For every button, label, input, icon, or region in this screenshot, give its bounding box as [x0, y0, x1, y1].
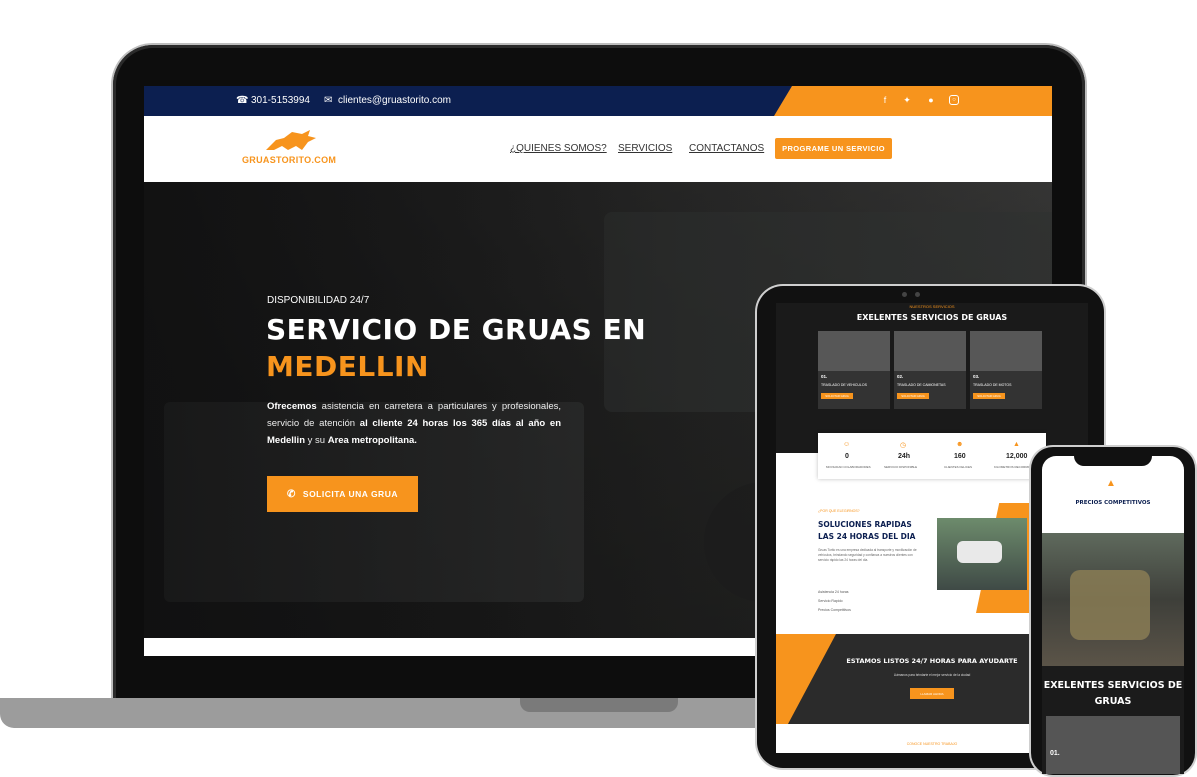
- why-title-line2: LAS 24 HORAS DEL DIA: [818, 532, 916, 541]
- tablet-camera-icon: [902, 292, 907, 297]
- phone-title-precios: PRECIOS COMPETITIVOS: [1075, 500, 1151, 506]
- tablet-stats-bar: ☺ 0 MOVILIDAD COLABORADORES ◷ 24h SERVIC…: [818, 433, 1046, 479]
- phone-image-car: [1070, 570, 1150, 640]
- request-tow-label: SOLICITA UNA GRUA: [302, 489, 398, 499]
- stat-number: 0: [845, 453, 849, 460]
- why-title-line1: SOLUCIONES RAPIDAS: [818, 520, 912, 529]
- hero-kicker: DISPONIBILIDAD 24/7: [267, 295, 370, 306]
- service-card-image: [894, 331, 966, 371]
- clock-icon: ◷: [900, 442, 907, 449]
- phone-card-num: 01.: [1050, 750, 1060, 757]
- mail-icon: ✉: [324, 95, 333, 106]
- why-image-car: [957, 541, 1002, 563]
- instagram-icon[interactable]: ○: [949, 95, 959, 105]
- whatsapp-icon: ✆: [287, 488, 296, 500]
- stat-label: SERVICIO DISPONIBLE: [884, 465, 918, 469]
- nav-link-quienes[interactable]: ¿QUIENES SOMOS?: [510, 143, 607, 154]
- phone-services-title: EXELENTES SERVICIOS DE GRUAS: [1043, 680, 1183, 707]
- program-service-button[interactable]: PROGRAME UN SERVICIO: [775, 138, 892, 159]
- phone-icon: ☎: [236, 95, 249, 106]
- bull-logo-icon[interactable]: [262, 128, 320, 154]
- twitter-icon[interactable]: ✦: [902, 95, 912, 105]
- service-card-title: TRASLADO DE CAMIONETAS: [897, 383, 946, 387]
- service-card-button[interactable]: SOLICITAR GRUA: [821, 393, 853, 399]
- hero-para-text2: y su: [305, 435, 328, 446]
- service-card-num: 01.: [821, 374, 828, 379]
- hero-paragraph: Ofrecemos asistencia en carretera a part…: [267, 398, 561, 449]
- facebook-icon[interactable]: f: [880, 95, 890, 105]
- phone-service-card[interactable]: [1046, 716, 1180, 774]
- request-tow-button[interactable]: ✆ SOLICITA UNA GRUA: [267, 476, 418, 512]
- laptop-notch: [520, 698, 678, 712]
- tablet-services-kicker: NUESTROS SERVICIOS: [909, 304, 955, 309]
- why-paragraph: Gruas Torito es una empresa dedicada al …: [818, 548, 917, 562]
- stat-number: 24h: [898, 453, 911, 460]
- why-bullet: Asistencia 24 horas: [818, 590, 849, 594]
- topbar-phone[interactable]: 301-5153994: [251, 95, 310, 106]
- tablet-service-card[interactable]: 01. TRASLADO DE VEHICULOS SOLICITAR GRUA: [818, 331, 890, 409]
- nav-link-servicios[interactable]: SERVICIOS: [618, 143, 672, 154]
- stat-label: CLIENTES FELICES: [944, 465, 973, 469]
- topbar-email[interactable]: clientes@gruastorito.com: [338, 95, 451, 106]
- hero-para-bold1: Ofrecemos: [267, 401, 317, 412]
- service-card-title: TRASLADO DE MOTOS: [973, 383, 1012, 387]
- price-tag-icon: ▲: [1106, 478, 1116, 489]
- tablet-service-card[interactable]: 02. TRASLADO DE CAMIONETAS SOLICITAR GRU…: [894, 331, 966, 409]
- phone-notch: [1074, 450, 1152, 466]
- hero-para-bold3: Area metropolitana.: [327, 435, 417, 446]
- why-bullet: Servicio Rapido: [818, 599, 843, 603]
- road-icon: ▲: [1013, 441, 1020, 448]
- stat-number: 12,000: [1006, 453, 1028, 460]
- service-card-num: 03.: [973, 374, 980, 379]
- users-icon: ☺: [843, 441, 851, 448]
- hero-title-line1: SERVICIO DE GRUAS EN: [266, 313, 647, 346]
- tablet-service-card[interactable]: 03. TRASLADO DE MOTOS SOLICITAR GRUA: [970, 331, 1042, 409]
- topbar-accent: [774, 86, 1052, 116]
- stat-number: 160: [954, 453, 966, 460]
- stat-label: KILOMETROS RECORRIDOS: [994, 465, 1035, 469]
- whatsapp-icon[interactable]: ●: [926, 95, 936, 105]
- service-card-image: [970, 331, 1042, 371]
- nav-link-contactanos[interactable]: CONTACTANOS: [689, 143, 764, 154]
- hero-title-line2: MEDELLIN: [266, 350, 429, 383]
- service-card-image: [818, 331, 890, 371]
- service-card-button[interactable]: SOLICITAR GRUA: [897, 393, 929, 399]
- smile-icon: ☻: [956, 441, 964, 448]
- service-card-num: 02.: [897, 374, 904, 379]
- logo-text[interactable]: GRUASTORITO.COM: [242, 155, 336, 165]
- why-kicker: ¿POR QUE ELEGIRNOS?: [818, 509, 860, 513]
- service-card-button[interactable]: SOLICITAR GRUA: [973, 393, 1005, 399]
- banner-call-button[interactable]: LLAMAR AHORA: [910, 688, 954, 699]
- tablet-services-title: EXELENTES SERVICIOS DE GRUAS: [856, 313, 1008, 322]
- why-bullet: Precios Competitivos: [818, 608, 851, 612]
- why-title: SOLUCIONES RAPIDAS LAS 24 HORAS DEL DIA: [818, 519, 915, 543]
- service-card-title: TRASLADO DE VEHICULOS: [821, 383, 867, 387]
- tablet-sensor-icon: [915, 292, 920, 297]
- stat-label: MOVILIDAD COLABORADORES: [826, 465, 871, 469]
